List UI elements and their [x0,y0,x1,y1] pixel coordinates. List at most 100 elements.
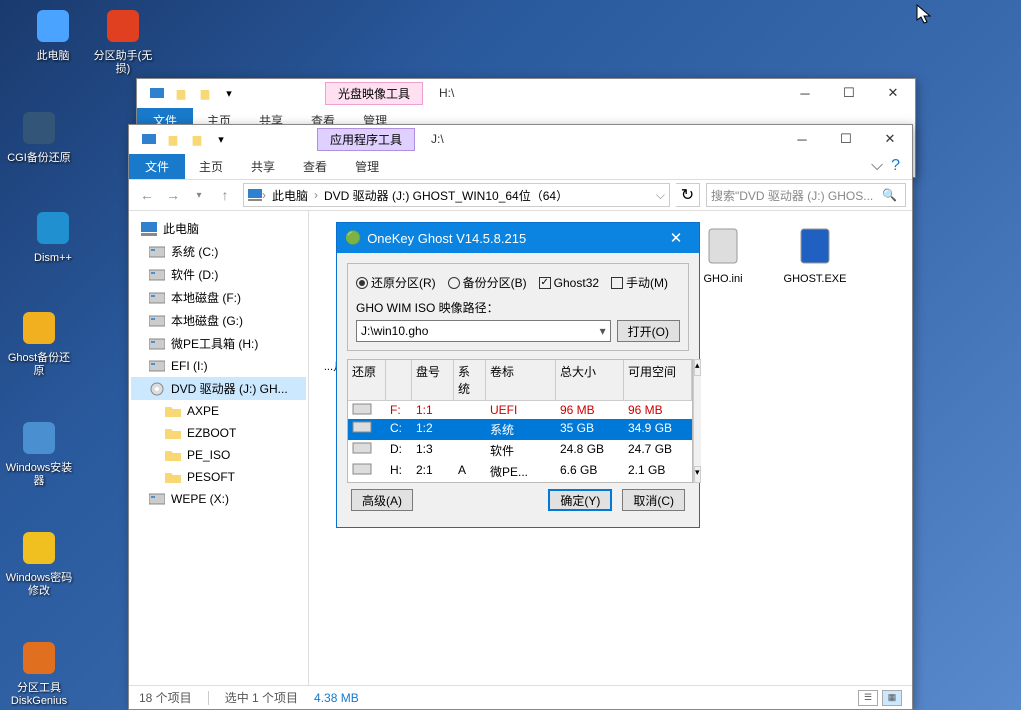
tree-node[interactable]: WEPE (X:) [131,488,306,510]
table-row[interactable]: H:2:1A微PE...6.6 GB2.1 GB [348,461,692,482]
column-header[interactable]: 可用空间 [624,360,692,400]
history-dropdown[interactable]: ▾ [187,183,211,207]
disk-icon [149,244,165,260]
close-button[interactable]: ✕ [871,79,915,107]
table-row[interactable]: C:1:2系统35 GB34.9 GB [348,419,692,440]
tree-node[interactable]: EZBOOT [131,422,306,444]
tree-node[interactable]: 微PE工具箱 (H:) [131,332,306,355]
onekey-ghost-dialog[interactable]: 🟢 OneKey Ghost V14.5.8.215 ✕ 还原分区(R) 备份分… [336,222,700,528]
table-row[interactable]: F:1:1UEFI96 MB96 MB [348,401,692,419]
folder-icon[interactable]: ▆ [163,129,183,149]
tree-node[interactable]: PE_ISO [131,444,306,466]
maximize-button[interactable]: ☐ [824,125,868,153]
address-dropdown-icon[interactable]: ⌵ [656,188,665,203]
ghost32-checkbox[interactable]: ✓Ghost32 [539,276,599,290]
details-view-button[interactable]: ☰ [858,690,878,706]
table-row[interactable]: D:1:3软件24.8 GB24.7 GB [348,440,692,461]
titlebar[interactable]: ▆ ▆ ▾ 应用程序工具 J:\ ─ ☐ ✕ [129,125,912,153]
icons-view-button[interactable]: ▦ [882,690,902,706]
context-tab[interactable]: 应用程序工具 [317,128,415,151]
scroll-down-button[interactable]: ▾ [694,466,701,483]
file-tab[interactable]: 文件 [129,154,185,179]
dropdown-icon[interactable]: ▾ [219,83,239,103]
up-button[interactable]: ↑ [213,183,237,207]
column-header[interactable]: 还原 [348,360,386,400]
crumb-drive[interactable]: DVD 驱动器 (J:) GHOST_WIN10_64位（64） [318,187,574,204]
selected-size: 4.38 MB [314,691,359,705]
column-header[interactable]: 总大小 [556,360,624,400]
titlebar[interactable]: ▆ ▆ ▾ 光盘映像工具 H:\ ─ ☐ ✕ [137,79,915,107]
backup-radio[interactable]: 备份分区(B) [448,274,527,291]
expand-ribbon-icon[interactable]: ⌵ [871,157,883,175]
tab-home[interactable]: 主页 [185,154,237,179]
tree-node[interactable]: 系统 (C:) [131,240,306,263]
disk-icon [149,313,165,329]
table-scrollbar[interactable]: ▴ ▾ [693,359,701,483]
tree-node[interactable]: DVD 驱动器 (J:) GH... [131,377,306,400]
cancel-button[interactable]: 取消(C) [622,489,685,511]
ok-button[interactable]: 确定(Y) [548,489,612,511]
desktop-icon-Dism++[interactable]: Dism++ [18,208,88,265]
tab-view[interactable]: 查看 [289,154,341,179]
folder-icon[interactable]: ▆ [171,83,191,103]
pc-icon [33,6,73,46]
help-icon[interactable]: ? [891,157,900,175]
folder-icon [165,447,181,463]
desktop-icon-此电脑[interactable]: 此电脑 [18,6,88,63]
crumb-pc[interactable]: 此电脑 [266,187,314,204]
tree-node[interactable]: 本地磁盘 (G:) [131,309,306,332]
close-button[interactable]: ✕ [868,125,912,153]
desktop-icon-分区助手(无损)[interactable]: 分区助手(无损) [88,6,158,76]
nav-tree[interactable]: 此电脑系统 (C:)软件 (D:)本地磁盘 (F:)本地磁盘 (G:)微PE工具… [129,211,309,685]
column-header[interactable]: 卷标 [486,360,556,400]
column-header[interactable] [386,360,412,400]
dropdown-icon[interactable]: ▾ [211,129,231,149]
tree-node[interactable]: PESOFT [131,466,306,488]
desktop-icon-Windows密码修改[interactable]: Windows密码修改 [4,528,74,598]
restore-radio[interactable]: 还原分区(R) [356,274,436,291]
dialog-titlebar[interactable]: 🟢 OneKey Ghost V14.5.8.215 ✕ [337,223,699,253]
dropdown-icon[interactable]: ▾ [600,324,606,338]
folder2-icon[interactable]: ▆ [195,83,215,103]
desktop-icon-Windows安装器[interactable]: Windows安装器 [4,418,74,488]
tab-share[interactable]: 共享 [237,154,289,179]
column-header[interactable]: 系统 [454,360,486,400]
item-count: 18 个项目 [139,689,192,706]
tree-root[interactable]: 此电脑 [131,217,306,240]
partition-table[interactable]: 还原盘号系统卷标总大小可用空间 F:1:1UEFI96 MB96 MBC:1:2… [347,359,693,483]
desktop-icon-Ghost备份还原[interactable]: Ghost备份还原 [4,308,74,378]
open-button[interactable]: 打开(O) [617,320,680,342]
search-input[interactable]: 搜索"DVD 驱动器 (J:) GHOS... 🔍 [706,183,906,207]
image-path-input[interactable]: J:\win10.gho ▾ [356,320,611,342]
disc-icon [103,6,143,46]
address-bar: ← → ▾ ↑ › 此电脑 › DVD 驱动器 (J:) GHOST_WIN10… [129,179,912,211]
maximize-button[interactable]: ☐ [827,79,871,107]
column-header[interactable]: 盘号 [412,360,454,400]
pc-icon [248,189,262,201]
scroll-up-button[interactable]: ▴ [694,359,701,376]
desktop-icon-分区工具DiskGenius[interactable]: 分区工具DiskGenius [4,638,74,708]
breadcrumb[interactable]: › 此电脑 › DVD 驱动器 (J:) GHOST_WIN10_64位（64）… [243,183,670,207]
tree-node[interactable]: EFI (I:) [131,355,306,377]
forward-button[interactable]: → [161,183,185,207]
folder2-icon[interactable]: ▆ [187,129,207,149]
tree-node[interactable]: 软件 (D:) [131,263,306,286]
minimize-button[interactable]: ─ [780,125,824,153]
context-tab[interactable]: 光盘映像工具 [325,82,423,105]
ghost-icon [19,308,59,348]
tree-node[interactable]: 本地磁盘 (F:) [131,286,306,309]
search-icon[interactable]: 🔍 [882,188,897,202]
minimize-button[interactable]: ─ [783,79,827,107]
close-button[interactable]: ✕ [661,229,691,247]
hammer-icon [19,108,59,148]
refresh-button[interactable]: ↻ [676,183,700,207]
file-item[interactable]: GHOST.EXE [779,221,851,299]
advanced-button[interactable]: 高级(A) [351,489,413,511]
back-button[interactable]: ← [135,183,159,207]
title-path: H:\ [439,86,454,100]
tab-manage[interactable]: 管理 [341,154,393,179]
manual-checkbox[interactable]: 手动(M) [611,274,668,291]
disk-icon [149,491,165,507]
tree-node[interactable]: AXPE [131,400,306,422]
desktop-icon-CGI备份还原[interactable]: CGI备份还原 [4,108,74,165]
